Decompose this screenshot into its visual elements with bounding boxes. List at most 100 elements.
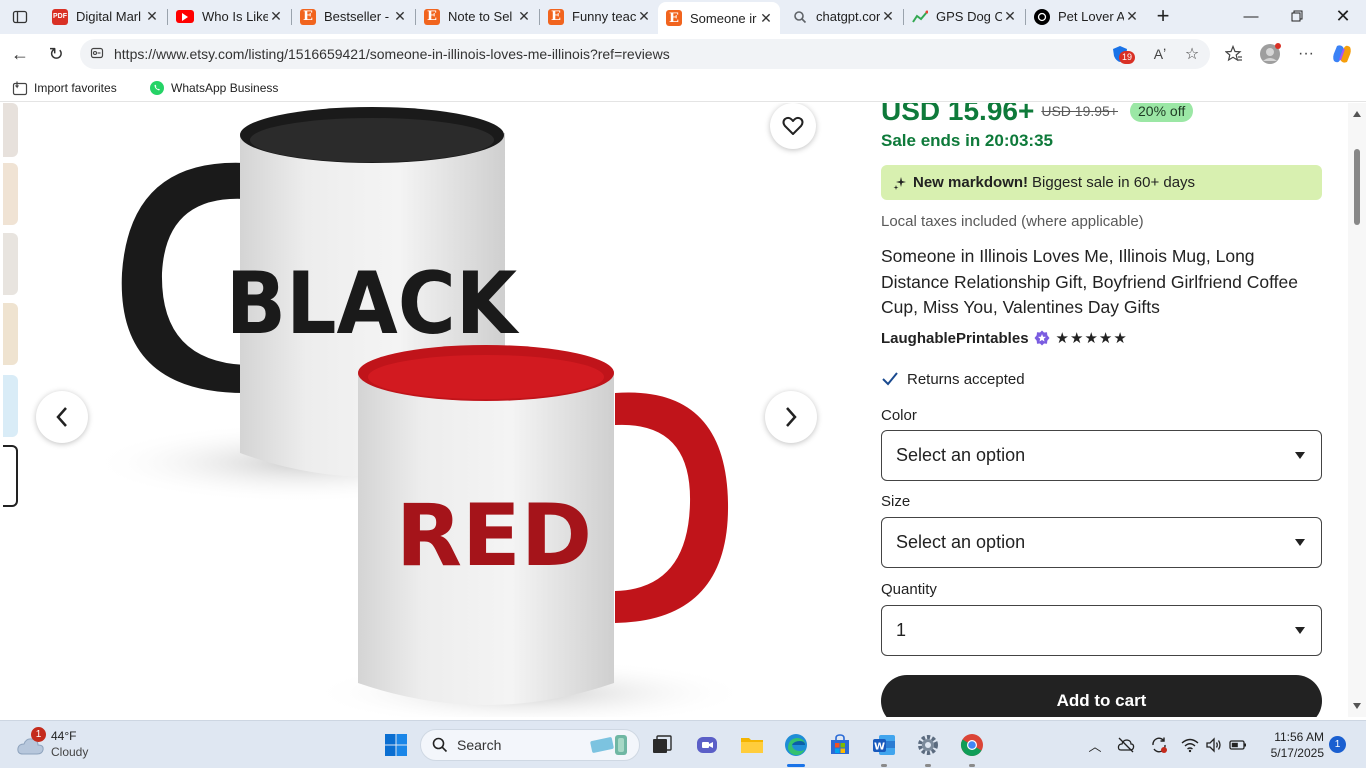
shop-name-link[interactable]: LaughablePrintables bbox=[881, 330, 1029, 347]
search-placeholder: Search bbox=[457, 737, 502, 753]
tab-gps-dog[interactable]: GPS Dog C ✕ bbox=[904, 3, 1024, 30]
close-icon[interactable]: ✕ bbox=[516, 8, 532, 25]
import-favorites-link[interactable]: Import favorites bbox=[12, 79, 117, 97]
wifi-button[interactable] bbox=[1180, 735, 1200, 755]
read-aloud-button[interactable]: Aʼ bbox=[1148, 42, 1172, 66]
search-icon bbox=[432, 737, 448, 753]
settings-button[interactable] bbox=[914, 731, 942, 759]
tab-pet-lover[interactable]: Pet Lover A ✕ bbox=[1026, 3, 1146, 30]
restore-icon bbox=[1291, 10, 1303, 22]
tab-title: Funny teacl bbox=[572, 9, 636, 24]
sync-button[interactable] bbox=[1149, 735, 1169, 755]
price-row: USD 15.96+ USD 19.95+ 20% off bbox=[881, 103, 1194, 127]
scroll-down-icon[interactable] bbox=[1353, 703, 1361, 709]
close-icon[interactable]: ✕ bbox=[1124, 8, 1140, 25]
task-view-button[interactable] bbox=[648, 731, 676, 759]
chatgpt-icon bbox=[1034, 8, 1050, 25]
original-price: USD 19.95+ bbox=[1041, 103, 1118, 119]
close-icon[interactable]: ✕ bbox=[392, 8, 408, 25]
settings-menu-button[interactable]: ··· bbox=[1294, 42, 1318, 66]
gear-icon bbox=[918, 735, 938, 755]
tab-note-to-self[interactable]: E Note to Sel ✕ bbox=[416, 3, 538, 30]
word-icon: W bbox=[873, 735, 895, 755]
taskbar: 1 44°F Cloudy Search W ︿ 11:56 AM 5/17/2… bbox=[0, 720, 1366, 768]
thumbnail[interactable] bbox=[3, 163, 18, 225]
show-hidden-icons-button[interactable]: ︿ bbox=[1085, 735, 1105, 755]
tab-funny-teacher[interactable]: E Funny teacl ✕ bbox=[540, 3, 658, 30]
favorite-button[interactable]: ☆ bbox=[1180, 42, 1204, 66]
black-mug-text: BLACK bbox=[226, 254, 520, 354]
taskbar-search[interactable]: Search bbox=[420, 729, 640, 761]
whatsapp-business-link[interactable]: WhatsApp Business bbox=[149, 79, 278, 97]
favorites-button[interactable] bbox=[1222, 42, 1246, 66]
star-seller-icon bbox=[1034, 330, 1050, 346]
previous-image-button[interactable] bbox=[36, 391, 88, 443]
volume-button[interactable] bbox=[1204, 735, 1224, 755]
thumbnail[interactable] bbox=[3, 103, 18, 157]
page-scrollbar[interactable] bbox=[1348, 103, 1366, 717]
close-window-button[interactable]: ✕ bbox=[1320, 0, 1366, 32]
size-select[interactable]: Select an option bbox=[881, 517, 1322, 568]
edge-button[interactable] bbox=[782, 731, 810, 759]
star-outline-icon: ☆ bbox=[1184, 46, 1200, 63]
scroll-up-icon[interactable] bbox=[1353, 111, 1361, 117]
tab-chatgpt[interactable]: chatgpt.cor ✕ bbox=[784, 3, 902, 30]
start-button[interactable] bbox=[382, 731, 410, 759]
clock[interactable]: 11:56 AM 5/17/2025 bbox=[1254, 729, 1324, 761]
minimize-button[interactable]: — bbox=[1228, 0, 1274, 32]
close-icon[interactable]: ✕ bbox=[758, 10, 774, 27]
store-button[interactable] bbox=[826, 731, 854, 759]
file-explorer-button[interactable] bbox=[738, 731, 766, 759]
quantity-select[interactable]: 1 bbox=[881, 605, 1322, 656]
extension-button[interactable]: 19 bbox=[1108, 42, 1136, 66]
read-aloud-icon: Aʼ bbox=[1153, 46, 1167, 62]
tab-someone-in-illinois[interactable]: E Someone ir ✕ bbox=[658, 2, 780, 34]
refresh-button[interactable]: ↻ bbox=[42, 40, 70, 68]
tab-actions-button[interactable] bbox=[6, 3, 34, 30]
product-title: Someone in Illinois Loves Me, Illinois M… bbox=[881, 246, 1298, 317]
tab-who-is-like[interactable]: Who Is Like ✕ bbox=[168, 3, 290, 30]
battery-button[interactable] bbox=[1228, 735, 1248, 755]
thumbnail[interactable] bbox=[3, 375, 18, 437]
url-text: https://www.etsy.com/listing/1516659421/… bbox=[114, 46, 670, 62]
copilot-button[interactable] bbox=[1330, 42, 1354, 66]
close-icon[interactable]: ✕ bbox=[880, 8, 896, 25]
chart-icon bbox=[912, 9, 928, 25]
url-field[interactable]: https://www.etsy.com/listing/1516659421/… bbox=[80, 39, 1210, 69]
import-icon bbox=[12, 80, 28, 96]
profile-button[interactable] bbox=[1258, 42, 1282, 66]
meet-button[interactable] bbox=[693, 731, 721, 759]
notification-count-badge[interactable]: 1 bbox=[1329, 736, 1346, 753]
scrollbar-thumb[interactable] bbox=[1354, 149, 1360, 225]
rating-stars[interactable]: ★★★★★ bbox=[1056, 329, 1128, 347]
color-select[interactable]: Select an option bbox=[881, 430, 1322, 481]
tab-bestseller[interactable]: E Bestseller - ✕ bbox=[292, 3, 414, 30]
returns-label: Returns accepted bbox=[907, 370, 1025, 388]
new-tab-button[interactable]: + bbox=[1140, 0, 1186, 32]
close-icon[interactable]: ✕ bbox=[144, 8, 160, 25]
weather-widget[interactable]: 1 44°F Cloudy bbox=[14, 727, 124, 763]
travel-icon bbox=[590, 735, 627, 755]
running-indicator bbox=[925, 764, 931, 767]
back-button[interactable]: ← bbox=[6, 40, 34, 68]
favorite-heart-button[interactable] bbox=[770, 103, 816, 149]
close-icon[interactable]: ✕ bbox=[1002, 8, 1018, 25]
maximize-button[interactable] bbox=[1274, 0, 1320, 32]
next-image-button[interactable] bbox=[765, 391, 817, 443]
thumbnail-selected[interactable] bbox=[3, 445, 18, 507]
thumbnail[interactable] bbox=[3, 233, 18, 295]
network-off-button[interactable] bbox=[1116, 735, 1136, 755]
close-icon[interactable]: ✕ bbox=[268, 8, 284, 25]
sparkle-icon bbox=[893, 176, 906, 190]
chrome-button[interactable] bbox=[958, 731, 986, 759]
word-button[interactable]: W bbox=[870, 731, 898, 759]
copilot-icon bbox=[1333, 45, 1351, 63]
color-label: Color bbox=[881, 407, 917, 424]
avatar bbox=[1260, 43, 1281, 64]
add-to-cart-button[interactable]: Add to cart bbox=[881, 675, 1322, 717]
tab-title: chatgpt.cor bbox=[816, 9, 880, 24]
tab-digital-marketing[interactable]: PDF Digital Marl ✕ bbox=[44, 3, 166, 30]
close-icon[interactable]: ✕ bbox=[636, 8, 652, 25]
thumbnail[interactable] bbox=[3, 303, 18, 365]
svg-text:W: W bbox=[874, 742, 885, 753]
